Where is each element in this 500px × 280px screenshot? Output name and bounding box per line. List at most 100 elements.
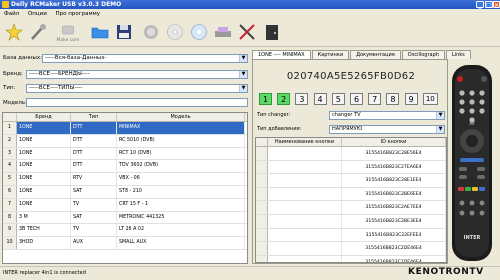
disc-button[interactable] xyxy=(165,22,185,42)
toolbar: Make com xyxy=(0,19,500,47)
wand-button[interactable] xyxy=(28,22,48,42)
adding-select-value: НАПРЯМУЮ xyxy=(332,126,363,132)
chevron-down-icon[interactable]: ▼ xyxy=(239,71,247,78)
app-window: Delly RCMaker USB v3.0.3 DEMO _ □ × Файл… xyxy=(0,0,500,279)
adding-select[interactable]: НАПРЯМУЮ ▼ xyxy=(329,125,445,134)
number-button-3[interactable]: 3 xyxy=(295,93,309,105)
col-header-idx xyxy=(256,138,268,146)
scanner-button[interactable] xyxy=(213,22,233,42)
db-select[interactable]: -----Вся-база-Данных- ▼ xyxy=(42,54,248,63)
button-name-cell xyxy=(268,255,342,262)
list-item[interactable]: 3155416B823C2BE3EE4 xyxy=(256,214,446,229)
row-brand: 1ONE xyxy=(17,160,71,173)
trash-icon xyxy=(144,25,158,39)
row-brand: 3B TECH xyxy=(17,224,71,237)
open-button[interactable] xyxy=(90,22,110,42)
chevron-down-icon[interactable]: ▼ xyxy=(239,85,247,92)
table-row[interactable]: 10 3HOD AUX SMALL AUX xyxy=(3,237,247,250)
row-model: VBX - 06 xyxy=(117,173,245,185)
close-button[interactable]: × xyxy=(493,1,500,9)
list-item[interactable]: 3155416B823C2BE6EE4 xyxy=(256,187,446,202)
table-row[interactable]: 5 1ONE RTV VBX - 06 xyxy=(3,173,247,186)
number-button-4[interactable]: 4 xyxy=(313,93,327,105)
tools-button[interactable] xyxy=(237,22,257,42)
button-id-cell: 3155416B823C27EA6E4 xyxy=(342,160,446,174)
col-header-button-id[interactable]: ID кнопки xyxy=(342,138,446,146)
col-header-model[interactable]: Модель xyxy=(117,113,245,121)
row-model: CRT 15 F - 1 xyxy=(117,198,245,211)
brand-select-value: -----ВСЕ----БРЕНДЫ---- xyxy=(29,71,90,77)
number-button-6[interactable]: 6 xyxy=(350,93,363,105)
minimize-button[interactable]: _ xyxy=(476,1,484,9)
chevron-down-icon[interactable]: ▼ xyxy=(436,112,444,119)
number-button-2[interactable]: 2 xyxy=(277,93,291,105)
make-icon xyxy=(62,25,74,35)
db-label: База данных: xyxy=(3,55,43,61)
changer-label: Тип changer: xyxy=(257,112,291,118)
list-item[interactable]: 3155416B823C28E1EE4 xyxy=(256,174,446,188)
col-header-button-name[interactable]: Наименование кнопки xyxy=(268,138,342,146)
button-name-cell xyxy=(268,228,342,242)
window-title: Delly RCMaker USB v3.0.3 DEMO xyxy=(11,1,122,8)
row-model: MINIMAX xyxy=(117,122,245,134)
number-button-10[interactable]: 10 xyxy=(422,93,438,105)
type-label: Тип: xyxy=(3,85,16,91)
number-button-8[interactable]: 8 xyxy=(386,93,400,105)
row-indicator xyxy=(256,214,268,228)
exit-button[interactable] xyxy=(262,22,282,42)
row-brand: 1ONE xyxy=(17,134,71,147)
list-item[interactable]: 3155416B823C27EA6E4 xyxy=(256,160,446,175)
col-header-brand[interactable]: Бренд xyxy=(17,113,71,121)
number-button-5[interactable]: 5 xyxy=(331,93,345,105)
number-button-1[interactable]: 1 xyxy=(259,93,272,105)
button-name-cell xyxy=(268,160,342,174)
list-item[interactable]: 3155416B823C2DE46E4 xyxy=(256,242,446,256)
number-button-7[interactable]: 7 xyxy=(368,93,382,105)
new-icon xyxy=(5,23,23,41)
brand-select[interactable]: -----ВСЕ----БРЕНДЫ---- ▼ xyxy=(26,70,248,79)
tab-device[interactable]: 1ONE ---- MINIMAX xyxy=(252,50,311,59)
tab-oscillograph[interactable]: Oscillograph xyxy=(401,50,445,59)
list-item[interactable]: 3155416B823C2AE7EE4 xyxy=(256,201,446,215)
table-row[interactable]: 83 M SAT METRONIC 441325 xyxy=(3,211,247,225)
type-select[interactable]: -----ВСЕ----ТИПЫ---- ▼ xyxy=(26,84,248,93)
save-button[interactable] xyxy=(114,22,134,42)
row-number: 8 xyxy=(3,211,17,224)
tab-links[interactable]: Links xyxy=(445,50,471,59)
row-indicator xyxy=(256,174,268,187)
col-header-type[interactable]: Тип xyxy=(71,113,117,121)
maximize-button[interactable]: □ xyxy=(485,1,493,9)
table-row[interactable]: 6 1ONE SAT ST8 - 210 xyxy=(3,185,247,199)
changer-select[interactable]: changer TV ▼ xyxy=(329,111,445,120)
table-row[interactable]: 3 1ONE DTT RCT 10 (DVB) xyxy=(3,147,247,161)
burn-button[interactable] xyxy=(189,22,209,42)
list-item[interactable]: 3155416B823C2DE46E4 xyxy=(256,255,446,262)
new-button[interactable] xyxy=(4,22,24,42)
number-button-9[interactable]: 9 xyxy=(404,93,418,105)
button-name-cell xyxy=(268,174,342,187)
menu-options[interactable]: Опции xyxy=(28,11,47,17)
make-com-button[interactable]: Make com xyxy=(52,22,84,43)
row-type: DTT xyxy=(71,134,117,147)
chevron-down-icon[interactable]: ▼ xyxy=(239,55,247,62)
table-row[interactable]: 1 1ONE DTT MINIMAX xyxy=(3,122,247,135)
tab-documentation[interactable]: Документация xyxy=(350,50,401,59)
delete-button[interactable] xyxy=(141,22,161,42)
status-text: INTER replacer 4in1 is connected xyxy=(3,270,86,276)
menu-file[interactable]: Файл xyxy=(4,11,19,17)
row-type: SAT xyxy=(71,185,117,198)
list-item[interactable]: 3155416B823C28E56E4 xyxy=(256,147,446,161)
changer-select-value: changer TV xyxy=(332,112,361,118)
row-number: 3 xyxy=(3,147,17,160)
table-row[interactable]: 9 3B TECH TV LT 26 A 02 xyxy=(3,224,247,238)
row-brand: 1ONE xyxy=(17,173,71,185)
table-row[interactable]: 7 1ONE TV CRT 15 F - 1 xyxy=(3,198,247,212)
table-row[interactable]: 4 1ONE DTT TDV 3602 (DVB) xyxy=(3,160,247,174)
table-row[interactable]: 2 1ONE DTT RC 5010 (DVB) xyxy=(3,134,247,148)
list-item[interactable]: 3155416B823C22EFEE4 xyxy=(256,228,446,243)
model-input[interactable] xyxy=(26,98,248,107)
menu-about[interactable]: Про программу xyxy=(56,11,101,17)
tab-pictures[interactable]: Картинки xyxy=(311,50,350,59)
chevron-down-icon[interactable]: ▼ xyxy=(436,126,444,133)
row-indicator xyxy=(256,255,268,262)
